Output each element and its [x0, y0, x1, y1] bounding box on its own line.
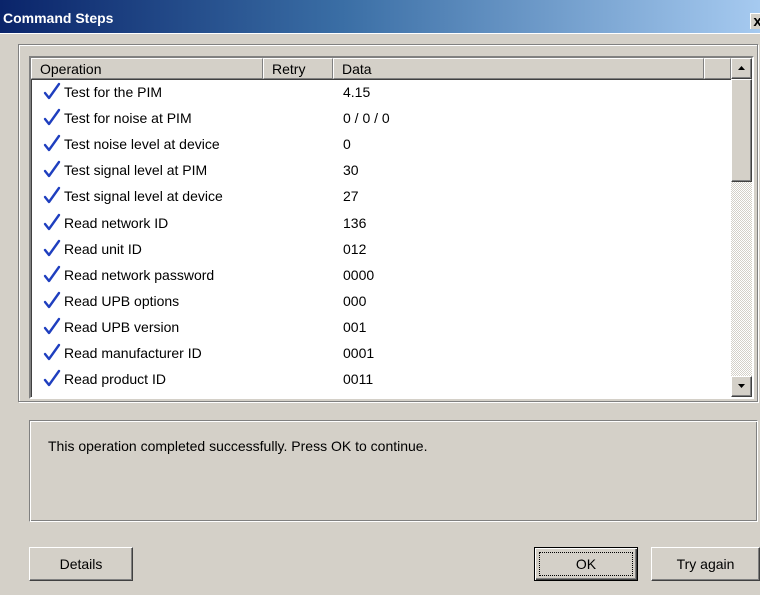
- list-item[interactable]: Read unit ID 012: [31, 236, 731, 262]
- list-item[interactable]: Read product ID 0011: [31, 366, 731, 392]
- close-button[interactable]: x: [750, 13, 760, 30]
- scroll-thumb[interactable]: [731, 79, 752, 182]
- operation-cell: Read network ID: [64, 214, 169, 231]
- operation-cell: Read UPB options: [64, 292, 180, 309]
- operation-cell: Test signal level at PIM: [64, 162, 208, 179]
- title-bar[interactable]: Command Steps x: [0, 0, 760, 34]
- try-again-button[interactable]: Try again: [651, 547, 760, 581]
- vertical-scrollbar[interactable]: [731, 58, 752, 397]
- check-icon: [43, 343, 61, 361]
- check-icon: [43, 135, 61, 152]
- check-icon: [43, 317, 61, 335]
- data-cell: 4.15: [343, 84, 371, 101]
- column-header-operation[interactable]: Operation: [31, 58, 263, 79]
- column-header-retry[interactable]: Retry: [263, 58, 333, 79]
- check-icon: [43, 161, 61, 178]
- operation-cell: Test for the PIM: [64, 84, 163, 101]
- arrow-down-icon: [738, 384, 745, 388]
- data-cell: 0000: [343, 266, 375, 283]
- list-item[interactable]: Read UPB version 001: [31, 314, 731, 340]
- operation-cell: Test noise level at device: [64, 136, 220, 153]
- check-icon: [43, 108, 61, 126]
- data-cell: 000: [343, 292, 367, 309]
- operation-cell: Read UPB version: [64, 318, 180, 335]
- check-icon: [43, 291, 61, 308]
- list-item[interactable]: Test signal level at PIM 30: [31, 157, 731, 183]
- list-item[interactable]: Test signal level at device 27: [31, 183, 731, 209]
- list-item[interactable]: Read network password 0000: [31, 262, 731, 288]
- details-button[interactable]: Details: [29, 547, 133, 581]
- operation-cell: Read unit ID: [64, 240, 142, 257]
- check-icon: [43, 187, 61, 204]
- data-cell: 001: [343, 318, 367, 335]
- list-rows: Test for the PIM 4.15 Test for noise at PI…: [31, 79, 731, 392]
- list-item[interactable]: Test for the PIM 4.15: [31, 79, 731, 105]
- operation-cell: Read manufacturer ID: [64, 344, 202, 361]
- operation-cell: Read product ID: [64, 371, 166, 388]
- data-cell: 0 / 0 / 0: [343, 110, 390, 127]
- data-cell: 0011: [343, 371, 374, 388]
- list-item[interactable]: Read network ID 136: [31, 209, 731, 235]
- column-header-filler: [704, 58, 731, 79]
- list-header: Operation Retry Data: [31, 58, 731, 79]
- data-cell: 012: [343, 240, 367, 257]
- data-cell: 0001: [343, 344, 375, 361]
- check-icon: [43, 213, 61, 230]
- check-icon: [43, 265, 61, 282]
- status-message-box: This operation completed successfully. P…: [29, 420, 758, 522]
- list-item[interactable]: Test noise level at device 0: [31, 131, 731, 157]
- operation-cell: Test signal level at device: [64, 188, 223, 205]
- scroll-down-button[interactable]: [731, 376, 752, 397]
- command-steps-list[interactable]: Operation Retry Data Test for the PIM 4.1…: [29, 56, 754, 399]
- operation-cell: Test for noise at PIM: [64, 110, 192, 127]
- data-cell: 30: [343, 162, 359, 179]
- window-title: Command Steps: [3, 10, 114, 26]
- check-icon: [43, 369, 61, 387]
- data-cell: 27: [343, 188, 359, 205]
- list-item[interactable]: Read UPB options 000: [31, 288, 731, 314]
- ok-button-label: OK: [575, 556, 597, 572]
- list-item[interactable]: Test for noise at PIM 0 / 0 / 0: [31, 105, 731, 131]
- data-cell: 0: [343, 136, 351, 153]
- operation-cell: Read network password: [64, 266, 215, 283]
- check-icon: [43, 239, 61, 256]
- scroll-up-button[interactable]: [731, 58, 752, 79]
- data-cell: 136: [343, 214, 367, 231]
- ok-button[interactable]: OK: [534, 547, 638, 581]
- check-icon: [43, 82, 61, 100]
- status-message: This operation completed successfully. P…: [48, 438, 428, 454]
- list-item[interactable]: Read manufacturer ID 0001: [31, 340, 731, 366]
- column-header-data[interactable]: Data: [333, 58, 704, 79]
- arrow-up-icon: [738, 66, 745, 70]
